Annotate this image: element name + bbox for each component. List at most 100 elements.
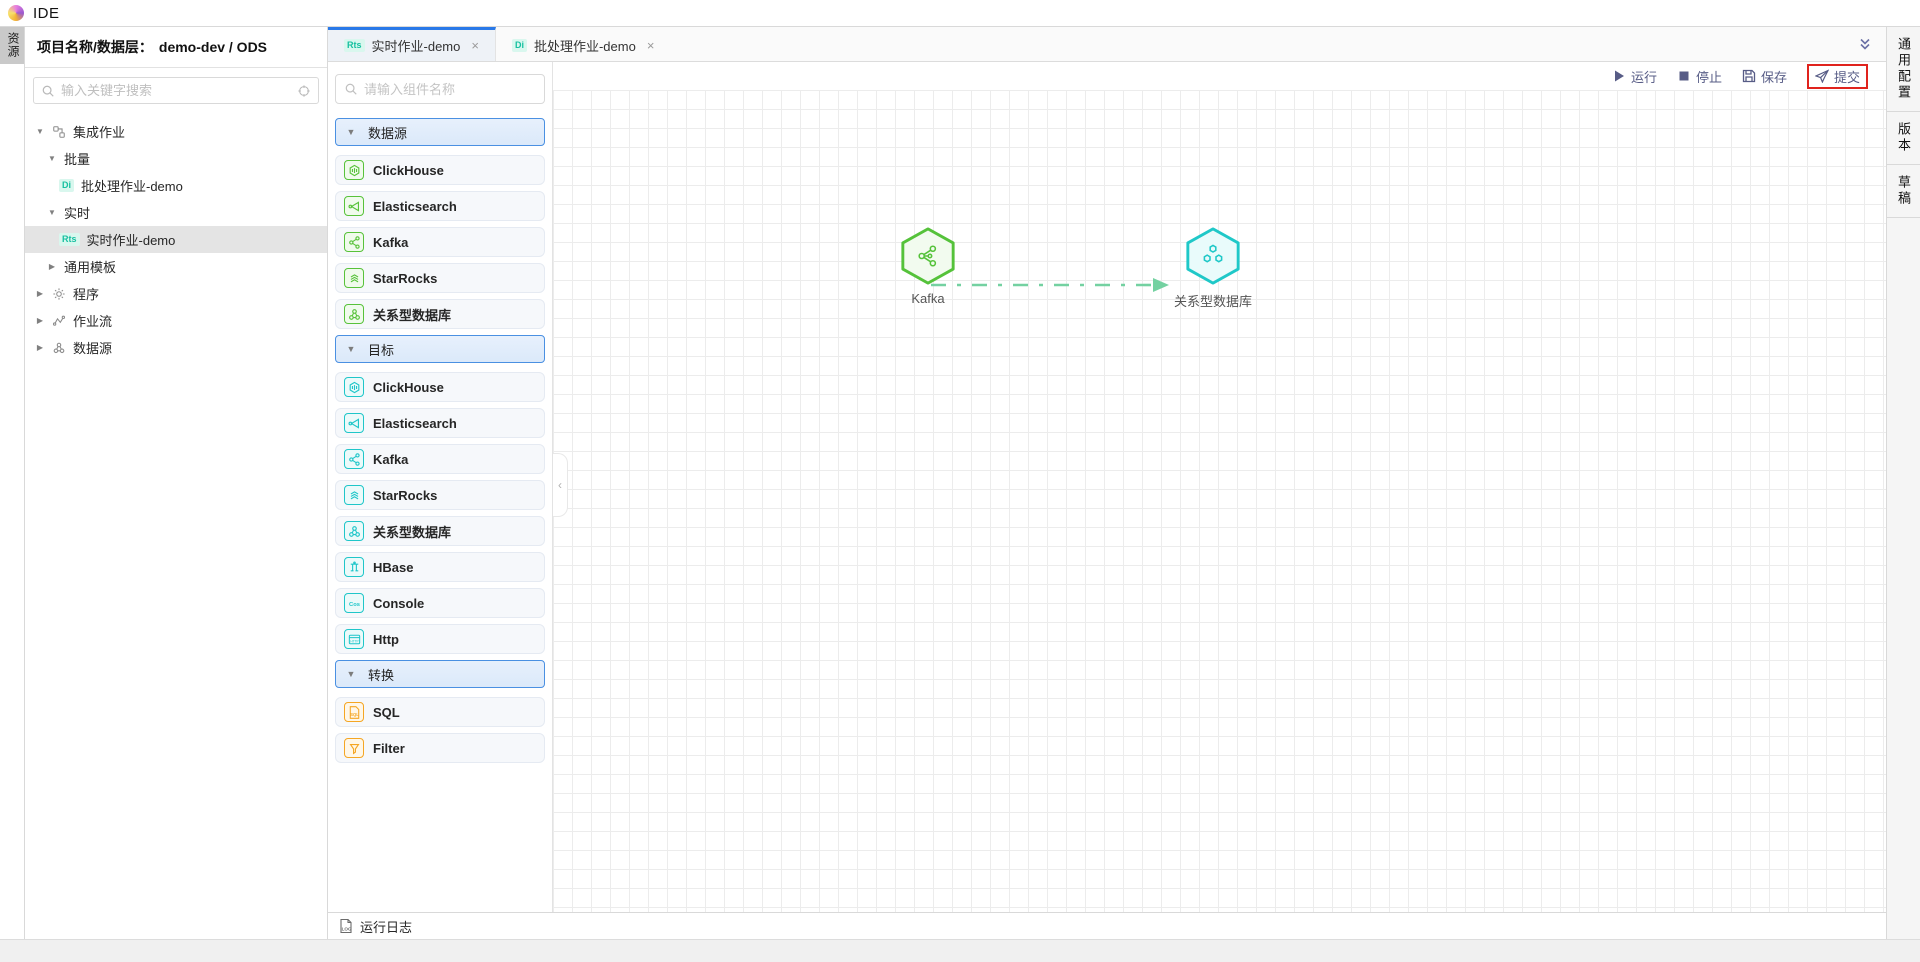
submit-button-label: 提交 — [1834, 67, 1860, 86]
search-icon — [41, 84, 55, 98]
tree-row-job[interactable]: Rts 实时作业-demo — [25, 226, 327, 253]
sidebar-header: 项目名称/数据层： demo-dev / ODS — [25, 27, 327, 68]
canvas-node-relational-db[interactable]: 关系型数据库 — [1158, 225, 1268, 310]
palette-search-input[interactable] — [364, 82, 536, 97]
palette-search[interactable] — [335, 74, 545, 104]
tree-row-folder[interactable]: ▶ 通用模板 — [25, 253, 327, 280]
http-icon: HTTP — [344, 629, 364, 649]
palette-item[interactable]: ClickHouse — [335, 155, 545, 185]
close-icon[interactable]: × — [647, 38, 655, 53]
starrocks-icon — [344, 268, 364, 288]
save-button[interactable]: 保存 — [1742, 67, 1787, 86]
svg-text:LOG: LOG — [342, 927, 352, 932]
palette-item[interactable]: Kafka — [335, 444, 545, 474]
caret-down-icon: ▼ — [346, 127, 356, 137]
left-rail: 资源 — [0, 27, 25, 939]
stop-button[interactable]: 停止 — [1677, 67, 1722, 86]
resource-tree: ▼ 集成作业 ▼ 批量 Di 批处理作业-demo ▼ 实时 Rts 实时作业-… — [25, 110, 327, 361]
relational-db-icon — [344, 304, 364, 324]
collapse-palette-handle[interactable]: ‹ — [553, 453, 568, 517]
submit-button[interactable]: 提交 — [1807, 64, 1868, 89]
palette-section: ▼ 目标 ClickHouse Elasticsearch Kafka Star… — [335, 335, 545, 654]
canvas-grid[interactable]: Kafka 关系型数据库 ‹ — [553, 90, 1886, 912]
palette-item[interactable]: HBase — [335, 552, 545, 582]
caret-icon[interactable]: ▶ — [35, 316, 45, 325]
sidebar: 项目名称/数据层： demo-dev / ODS ▼ 集成作业 ▼ 批量 Di … — [25, 27, 328, 939]
svg-text:SQL: SQL — [350, 711, 359, 716]
tree-row-folder[interactable]: ▼ 批量 — [25, 145, 327, 172]
chevron-left-icon: ‹ — [558, 478, 562, 492]
right-rail-item[interactable]: 通用配置 — [1887, 27, 1920, 112]
datasource-icon — [52, 341, 66, 355]
console-icon: Cos — [344, 593, 364, 613]
save-icon — [1742, 69, 1756, 83]
sidebar-search[interactable] — [33, 77, 319, 104]
stop-icon — [1677, 69, 1691, 83]
palette-item[interactable]: Cos Console — [335, 588, 545, 618]
palette-section-header[interactable]: ▼ 转换 — [335, 660, 545, 688]
palette-sections: ▼ 数据源 ClickHouse Elasticsearch Kafka Sta… — [335, 118, 545, 763]
tree-row-folder[interactable]: ▶ 数据源 — [25, 334, 327, 361]
right-rail-item[interactable]: 版本 — [1887, 112, 1920, 165]
caret-icon[interactable]: ▶ — [47, 262, 57, 271]
tree-row-job[interactable]: Di 批处理作业-demo — [25, 172, 327, 199]
sidebar-search-input[interactable] — [61, 83, 291, 98]
log-file-icon: LOG — [338, 918, 354, 934]
run-log-bar[interactable]: LOG 运行日志 — [328, 912, 1886, 939]
palette-item[interactable]: Filter — [335, 733, 545, 763]
clickhouse-icon — [344, 377, 364, 397]
svg-text:HTTP: HTTP — [350, 639, 358, 643]
flow-icon — [52, 314, 66, 328]
locate-icon[interactable] — [297, 84, 311, 98]
tree-row-folder[interactable]: ▼ 实时 — [25, 199, 327, 226]
palette-section-header[interactable]: ▼ 数据源 — [335, 118, 545, 146]
caret-icon[interactable]: ▼ — [47, 208, 57, 217]
palette-section-items: ClickHouse Elasticsearch Kafka StarRocks… — [335, 372, 545, 654]
stop-button-label: 停止 — [1696, 67, 1722, 86]
ide-app: IDE 资源 项目名称/数据层： demo-dev / ODS ▼ 集成作业 ▼… — [0, 0, 1920, 962]
left-rail-tab-resources[interactable]: 资源 — [0, 27, 24, 64]
search-icon — [344, 82, 358, 96]
caret-icon[interactable]: ▶ — [35, 289, 45, 298]
run-button[interactable]: 运行 — [1612, 67, 1657, 86]
workspace: Rts 实时作业-demo × Di 批处理作业-demo × ▼ 数 — [328, 27, 1886, 939]
close-icon[interactable]: × — [471, 38, 479, 53]
component-palette: ▼ 数据源 ClickHouse Elasticsearch Kafka Sta… — [328, 62, 553, 912]
palette-item[interactable]: SQL SQL — [335, 697, 545, 727]
job-canvas: 运行 停止 保存 提交 — [553, 62, 1886, 912]
palette-item[interactable]: Elasticsearch — [335, 191, 545, 221]
palette-item[interactable]: ClickHouse — [335, 372, 545, 402]
palette-item[interactable]: HTTP Http — [335, 624, 545, 654]
collapse-tabs-icon[interactable] — [1844, 27, 1886, 61]
palette-section: ▼ 转换 SQL SQL Filter — [335, 660, 545, 763]
tree-row-folder[interactable]: ▶ 作业流 — [25, 307, 327, 334]
play-icon — [1612, 69, 1626, 83]
starrocks-icon — [344, 485, 364, 505]
relational-db-icon — [344, 521, 364, 541]
save-button-label: 保存 — [1761, 67, 1787, 86]
canvas-node-kafka[interactable]: Kafka — [873, 225, 983, 306]
palette-item[interactable]: Elasticsearch — [335, 408, 545, 438]
tab-batch-job[interactable]: Di 批处理作业-demo × — [496, 27, 670, 61]
kafka-icon — [344, 449, 364, 469]
palette-item[interactable]: 关系型数据库 — [335, 299, 545, 329]
palette-section-header[interactable]: ▼ 目标 — [335, 335, 545, 363]
sql-icon: SQL — [344, 702, 364, 722]
right-rail-item[interactable]: 草稿 — [1887, 165, 1920, 218]
tree-row-folder[interactable]: ▼ 集成作业 — [25, 118, 327, 145]
palette-item[interactable]: StarRocks — [335, 263, 545, 293]
run-button-label: 运行 — [1631, 67, 1657, 86]
palette-item[interactable]: 关系型数据库 — [335, 516, 545, 546]
caret-icon[interactable]: ▼ — [35, 127, 45, 136]
run-log-label: 运行日志 — [360, 917, 412, 936]
tree-row-folder[interactable]: ▶ 程序 — [25, 280, 327, 307]
tab-realtime-job[interactable]: Rts 实时作业-demo × — [328, 27, 496, 61]
caret-icon[interactable]: ▼ — [47, 154, 57, 163]
clickhouse-icon — [344, 160, 364, 180]
caret-icon[interactable]: ▶ — [35, 343, 45, 352]
palette-item[interactable]: Kafka — [335, 227, 545, 257]
palette-section: ▼ 数据源 ClickHouse Elasticsearch Kafka Sta… — [335, 118, 545, 329]
palette-item[interactable]: StarRocks — [335, 480, 545, 510]
elasticsearch-icon — [344, 413, 364, 433]
caret-down-icon: ▼ — [346, 344, 356, 354]
